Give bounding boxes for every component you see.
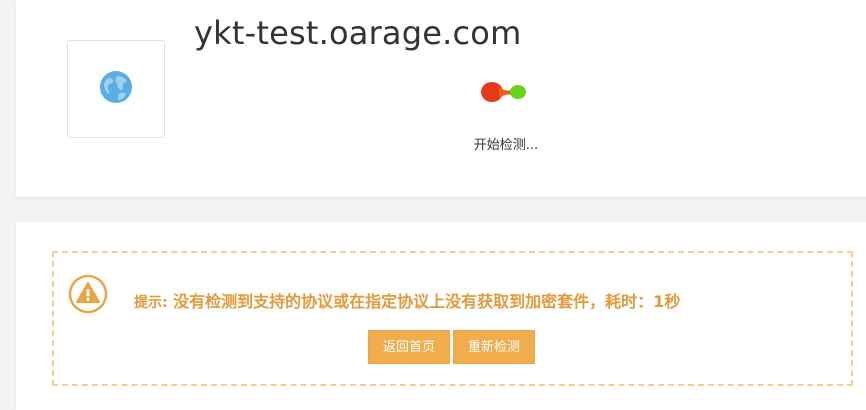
globe-icon bbox=[99, 70, 133, 108]
site-icon-box bbox=[67, 40, 165, 138]
alert-message: 提示: 没有检测到支持的协议或在指定协议上没有获取到加密套件，耗时：1秒 bbox=[134, 288, 680, 312]
alert-prefix: 提示: bbox=[134, 295, 168, 311]
site-info-card: ykt-test.oarage.com 开始检测... bbox=[16, 0, 866, 197]
alert-message-text: 没有检测到支持的协议或在指定协议上没有获取到加密套件，耗时：1秒 bbox=[167, 292, 681, 311]
scan-status-text: 开始检测... bbox=[473, 138, 539, 153]
site-title: ykt-test.oarage.com bbox=[194, 14, 522, 52]
back-home-button[interactable]: 返回首页 bbox=[368, 330, 450, 364]
alert-box: 提示: 没有检测到支持的协议或在指定协议上没有获取到加密套件，耗时：1秒 返回首… bbox=[52, 251, 853, 386]
loading-spinner-icon bbox=[479, 78, 529, 106]
retest-button[interactable]: 重新检测 bbox=[453, 330, 535, 364]
warning-icon bbox=[68, 274, 108, 314]
result-card: 提示: 没有检测到支持的协议或在指定协议上没有获取到加密套件，耗时：1秒 返回首… bbox=[16, 222, 866, 410]
